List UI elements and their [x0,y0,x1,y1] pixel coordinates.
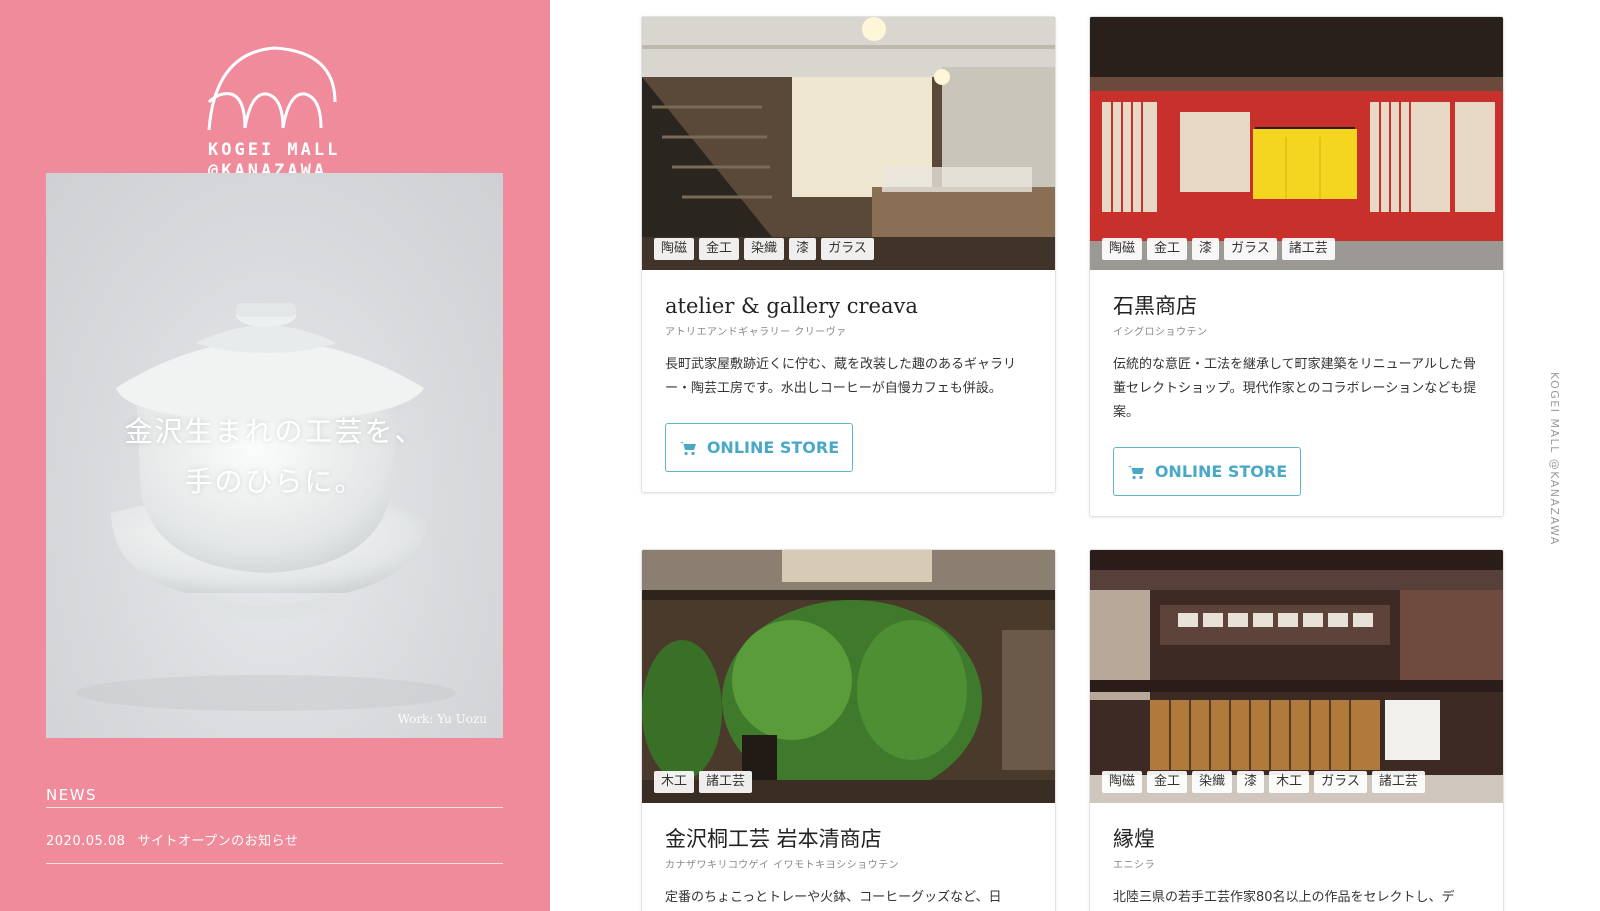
card-body: 縁煌 エニシラ 北陸三県の若手工芸作家80名以上の作品をセレクトし、デ [1090,803,1503,911]
shop-tags: 陶磁 金工 漆 ガラス 諸工芸 [1102,238,1335,260]
shop-description: 定番のちょこっとトレーや火鉢、コーヒーグッズなど、日 [665,890,1002,905]
tag[interactable]: 木工 [1269,771,1310,793]
tag[interactable]: 漆 [1237,771,1265,793]
news-divider-bottom [46,863,503,864]
shop-photo[interactable]: 陶磁 金工 染織 漆 ガラス [642,17,1055,270]
sidebar: KOGEI MALL @KANAZAWA 金沢生まれの工芸を、 手のひらに。 W… [0,0,550,911]
vertical-brand-text: KOGEI MALL @KANAZAWA [1548,372,1561,546]
card-body: 石黒商店 イシグロショウテン 伝統的な意匠・工法を継承して町家建築をリニューアル… [1090,270,1503,516]
news-date: 2020.05.08 [46,834,126,849]
tag[interactable]: 金工 [1147,238,1188,260]
shop-description: 長町武家屋敷跡近くに佇む、蔵を改装した趣のあるギャラリー・陶芸工房です。水出しコ… [665,357,1017,396]
logo-mark-icon [207,46,337,131]
shop-photo[interactable]: 陶磁 金工 染織 漆 木工 ガラス 諸工芸 [1090,550,1503,803]
tag[interactable]: 金工 [699,238,740,260]
shop-card-ishiguro[interactable]: 陶磁 金工 漆 ガラス 諸工芸 石黒商店 イシグロショウテン 伝統的な意匠・工法… [1089,16,1504,517]
tag[interactable]: 諸工芸 [1281,238,1335,260]
tag[interactable]: 染織 [1192,771,1233,793]
tag[interactable]: 諸工芸 [699,771,753,793]
shop-name-kana: カナザワキリコウゲイ イワモトキヨシショウテン [665,860,900,871]
tag[interactable]: 陶磁 [1102,771,1143,793]
hero-image: 金沢生まれの工芸を、 手のひらに。 Work: Yu Uozu [46,173,503,738]
shop-name[interactable]: atelier & gallery creava [665,292,1032,320]
news-item[interactable]: 2020.05.08 サイトオープンのお知らせ [46,830,298,849]
shop-card-enishira[interactable]: 陶磁 金工 染織 漆 木工 ガラス 諸工芸 縁煌 エニシラ 北陸三県の若手工芸作… [1089,549,1504,911]
tag[interactable]: 金工 [1147,771,1188,793]
tag[interactable]: 木工 [654,771,695,793]
shop-name-kana: イシグロショウテン [1113,327,1208,338]
shop-description: 伝統的な意匠・工法を継承して町家建築をリニューアルした骨董セレクトショップ。現代… [1113,357,1477,420]
shop-name-kana: アトリエアンドギャラリー クリーヴァ [665,327,847,338]
tag[interactable]: 漆 [1192,238,1220,260]
tag[interactable]: ガラス [1224,238,1277,260]
shop-name[interactable]: 金沢桐工芸 岩本清商店 [665,825,1032,853]
online-store-button[interactable]: ONLINE STORE [665,423,853,472]
storefront-ivy-photo [642,550,1055,803]
tag[interactable]: 陶磁 [1102,238,1143,260]
card-body: 金沢桐工芸 岩本清商店 カナザワキリコウゲイ イワモトキヨシショウテン 定番のち… [642,803,1055,911]
shop-name[interactable]: 縁煌 [1113,825,1480,853]
tag[interactable]: 諸工芸 [1371,771,1425,793]
online-store-button[interactable]: ONLINE STORE [1113,447,1301,496]
news-divider-top [46,807,503,808]
shop-tags: 陶磁 金工 染織 漆 木工 ガラス 諸工芸 [1102,771,1425,793]
machiya-storefront-photo [1090,550,1503,803]
cart-icon [679,441,696,455]
shop-photo[interactable]: 陶磁 金工 漆 ガラス 諸工芸 [1090,17,1503,270]
shop-name-kana: エニシラ [1113,860,1155,871]
shop-card-iwamoto[interactable]: 木工 諸工芸 金沢桐工芸 岩本清商店 カナザワキリコウゲイ イワモトキヨシショウ… [641,549,1056,911]
hero-credit: Work: Yu Uozu [397,712,487,726]
tag[interactable]: 陶磁 [654,238,695,260]
tag[interactable]: ガラス [821,238,874,260]
card-body: atelier & gallery creava アトリエアンドギャラリー クリ… [642,270,1055,492]
online-store-label: ONLINE STORE [706,438,840,457]
news-heading: NEWS [46,786,98,804]
shop-description: 北陸三県の若手工芸作家80名以上の作品をセレクトし、デ [1113,890,1455,905]
shop-name[interactable]: 石黒商店 [1113,292,1480,320]
kogei-mall-logo[interactable] [205,42,345,132]
cart-icon [1127,465,1144,479]
shop-tags: 木工 諸工芸 [654,771,753,793]
online-store-label: ONLINE STORE [1154,462,1288,481]
news-title-link[interactable]: サイトオープンのお知らせ [137,834,298,849]
shop-tags: 陶磁 金工 染織 漆 ガラス [654,238,874,260]
hero-tagline-line2: 手のひらに。 [184,465,365,498]
hero-tagline: 金沢生まれの工芸を、 手のひらに。 [46,407,503,507]
tag[interactable]: ガラス [1314,771,1367,793]
gallery-interior-photo [642,17,1055,270]
storefront-photo [1090,17,1503,270]
logo-line1: KOGEI MALL [208,140,341,160]
tag[interactable]: 漆 [789,238,817,260]
shop-card-creava[interactable]: 陶磁 金工 染織 漆 ガラス atelier & gallery creava … [641,16,1056,493]
hero-tagline-line1: 金沢生まれの工芸を、 [124,415,425,448]
tag[interactable]: 染織 [744,238,785,260]
shop-photo[interactable]: 木工 諸工芸 [642,550,1055,803]
